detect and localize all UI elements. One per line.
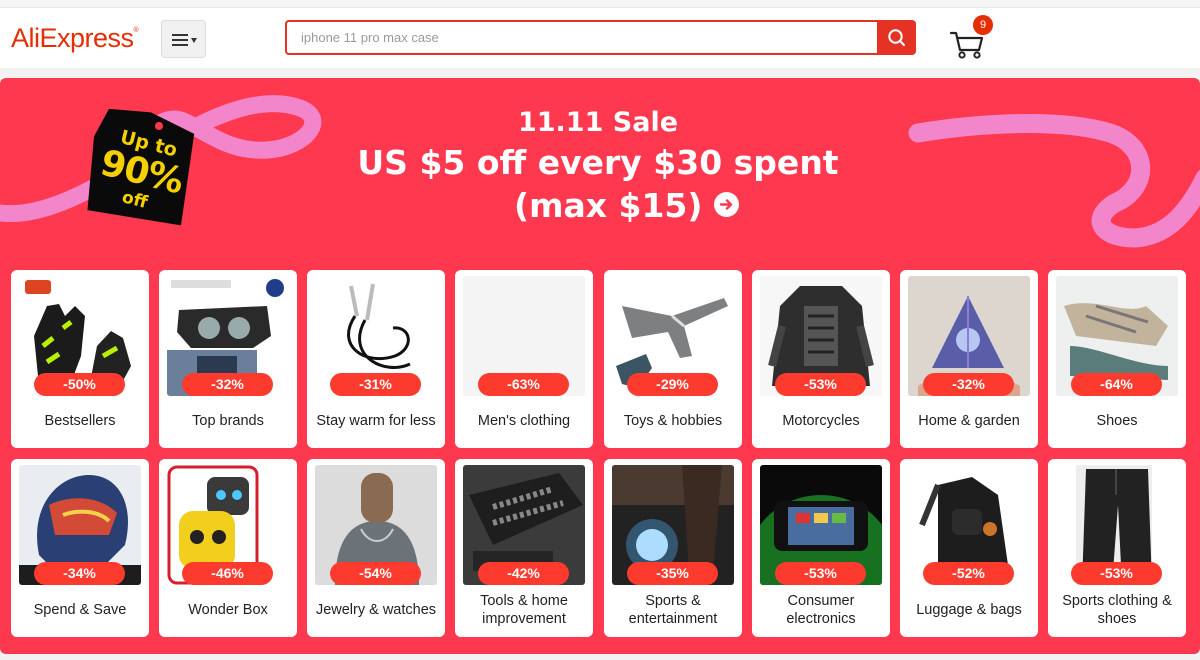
category-label: Sports clothing & shoes (1062, 593, 1172, 627)
category-label: Sports & entertainment (628, 593, 718, 627)
discount-badge: -31% (330, 373, 421, 396)
category-card[interactable]: -42% Tools & home improvement (455, 459, 593, 637)
category-label: Shoes (1096, 413, 1138, 429)
category-label: Men's clothing (477, 413, 571, 429)
category-label: Jewelry & watches (315, 602, 437, 618)
search-bar (285, 20, 916, 55)
category-card[interactable]: -53% Motorcycles (752, 270, 890, 448)
category-label: Spend & Save (33, 602, 127, 618)
sale-panel: Up to 90% off 11.11 Sale US $5 off every… (0, 78, 1200, 654)
category-card[interactable]: -29% Toys & hobbies (604, 270, 742, 448)
category-label: Toys & hobbies (623, 413, 723, 429)
category-label: Consumer electronics (786, 593, 856, 627)
discount-badge: -53% (775, 373, 866, 396)
search-icon (888, 29, 905, 46)
search-input[interactable] (285, 20, 879, 55)
discount-badge: -64% (1071, 373, 1162, 396)
cart-button[interactable]: 9 (949, 15, 997, 60)
category-label: Tools & home improvement (480, 593, 568, 627)
category-card[interactable]: -64% Shoes (1048, 270, 1186, 448)
category-label: Stay warm for less (316, 413, 436, 429)
trademark-mark: ® (133, 27, 139, 34)
hamburger-icon (172, 34, 188, 46)
sale-offer: US $5 off every $30 spent (357, 143, 839, 182)
category-label: Wonder Box (188, 602, 268, 618)
discount-badge: -29% (627, 373, 718, 396)
category-card[interactable]: -63% Men's clothing (455, 270, 593, 448)
category-card[interactable]: -32% Top brands (159, 270, 297, 448)
discount-badge: -52% (923, 562, 1014, 585)
category-card[interactable]: -53% Consumer electronics (752, 459, 890, 637)
category-card[interactable]: -32% Home & garden (900, 270, 1038, 448)
discount-badge: -50% (34, 373, 125, 396)
category-label: Motorcycles (782, 413, 860, 429)
discount-badge: -32% (923, 373, 1014, 396)
site-header: AliExpress® 9 (0, 8, 1200, 68)
category-card[interactable]: -50% Bestsellers (11, 270, 149, 448)
discount-badge: -63% (478, 373, 569, 396)
discount-badge: -32% (182, 373, 273, 396)
sale-cap: (max $15) (514, 186, 703, 225)
discount-badge: -35% (627, 562, 718, 585)
arrow-right-icon (719, 199, 733, 210)
aliexpress-logo[interactable]: AliExpress® (11, 23, 139, 54)
categories-menu-button[interactable] (161, 20, 206, 58)
sale-go-button[interactable] (714, 192, 739, 217)
search-button[interactable] (877, 20, 916, 55)
category-label: Bestsellers (44, 413, 116, 429)
cart-count-badge: 9 (973, 15, 993, 35)
sale-title: 11.11 Sale (517, 107, 679, 138)
discount-badge: -54% (330, 562, 421, 585)
discount-badge: -42% (478, 562, 569, 585)
category-card[interactable]: -34% Spend & Save (11, 459, 149, 637)
category-card[interactable]: -35% Sports & entertainment (604, 459, 742, 637)
discount-badge: -53% (1071, 562, 1162, 585)
discount-badge: -53% (775, 562, 866, 585)
category-label: Home & garden (918, 413, 1020, 429)
caret-down-icon (191, 38, 197, 43)
category-label: Top brands (192, 413, 264, 429)
category-card[interactable]: -52% Luggage & bags (900, 459, 1038, 637)
discount-badge: -34% (34, 562, 125, 585)
top-border (0, 0, 1200, 8)
category-card[interactable]: -46% Wonder Box (159, 459, 297, 637)
category-label: Luggage & bags (916, 602, 1022, 618)
discount-badge: -46% (182, 562, 273, 585)
category-card[interactable]: -54% Jewelry & watches (307, 459, 445, 637)
logo-text: AliExpress (11, 23, 134, 53)
category-card[interactable]: -53% Sports clothing & shoes (1048, 459, 1186, 637)
category-card[interactable]: -31% Stay warm for less (307, 270, 445, 448)
